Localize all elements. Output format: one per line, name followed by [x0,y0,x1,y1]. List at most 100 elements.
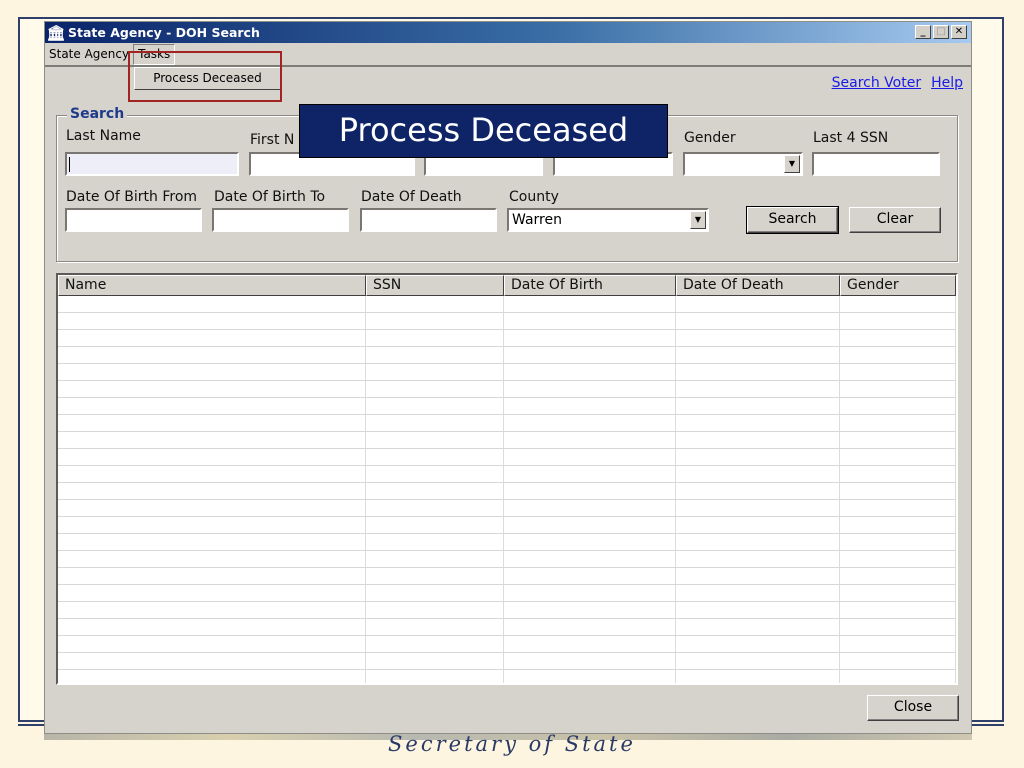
table-cell [58,432,366,448]
table-cell [366,619,504,635]
table-cell [366,653,504,669]
table-cell [58,670,366,683]
dod-input[interactable] [360,208,497,232]
table-row[interactable] [58,313,956,330]
table-cell [840,330,956,346]
table-row[interactable] [58,398,956,415]
table-row[interactable] [58,415,956,432]
table-cell [366,398,504,414]
gender-select[interactable]: ▼ [683,152,803,176]
column-header-gender[interactable]: Gender [840,275,956,296]
table-row[interactable] [58,517,956,534]
table-cell [504,568,676,584]
table-row[interactable] [58,296,956,313]
table-row[interactable] [58,449,956,466]
table-cell [676,602,840,618]
table-cell [366,296,504,312]
dod-label: Date Of Death [361,189,462,205]
table-cell [504,432,676,448]
gender-label: Gender [684,130,736,146]
grid-header: Name SSN Date Of Birth Date Of Death Gen… [58,275,956,296]
column-header-dob[interactable]: Date Of Birth [504,275,676,296]
last-name-label: Last Name [66,128,141,144]
table-cell [676,415,840,431]
table-row[interactable] [58,636,956,653]
table-cell [58,364,366,380]
table-cell [366,551,504,567]
table-cell [504,483,676,499]
dob-to-label: Date Of Birth To [214,189,326,205]
table-row[interactable] [58,534,956,551]
close-button[interactable]: Close [867,695,959,721]
dob-from-input[interactable] [65,208,202,232]
table-cell [840,398,956,414]
clear-button[interactable]: Clear [849,207,941,233]
menu-state-agency[interactable]: State Agency [45,45,133,64]
table-cell [504,619,676,635]
table-row[interactable] [58,653,956,670]
table-cell [676,449,840,465]
table-cell [840,602,956,618]
table-row[interactable] [58,364,956,381]
minimize-button[interactable]: _ [915,25,931,39]
table-cell [676,653,840,669]
table-cell [504,364,676,380]
table-cell [840,364,956,380]
close-window-button[interactable]: ✕ [951,25,967,39]
table-cell [504,330,676,346]
help-link[interactable]: Help [931,75,963,91]
table-cell [58,568,366,584]
table-row[interactable] [58,585,956,602]
dob-to-input[interactable] [212,208,349,232]
results-grid[interactable]: Name SSN Date Of Birth Date Of Death Gen… [56,273,958,685]
table-row[interactable] [58,568,956,585]
footer-text: Secretary of State [388,732,636,756]
table-row[interactable] [58,347,956,364]
table-cell [58,619,366,635]
table-cell [366,636,504,652]
column-header-ssn[interactable]: SSN [366,275,504,296]
table-cell [676,381,840,397]
dob-from-label: Date Of Birth From [66,189,198,205]
column-header-dod[interactable]: Date Of Death [676,275,840,296]
table-cell [840,347,956,363]
county-select[interactable]: Warren ▼ [507,208,709,232]
annotation-highlight-box [128,51,282,102]
table-row[interactable] [58,330,956,347]
table-cell [58,415,366,431]
chevron-down-icon[interactable]: ▼ [690,211,706,229]
table-cell [840,483,956,499]
table-row[interactable] [58,381,956,398]
table-cell [58,313,366,329]
table-cell [676,636,840,652]
table-row[interactable] [58,551,956,568]
search-voter-link[interactable]: Search Voter [832,75,921,91]
table-row[interactable] [58,466,956,483]
table-row[interactable] [58,619,956,636]
table-cell [58,381,366,397]
table-row[interactable] [58,602,956,619]
title-bar[interactable]: 🏛 State Agency - DOH Search _ □ ✕ [45,22,971,43]
maximize-button[interactable]: □ [933,25,949,39]
table-cell [366,330,504,346]
table-cell [840,568,956,584]
table-row[interactable] [58,432,956,449]
table-cell [366,313,504,329]
table-row[interactable] [58,483,956,500]
table-cell [504,653,676,669]
table-cell [504,585,676,601]
table-cell [840,619,956,635]
table-cell [58,636,366,652]
table-cell [504,517,676,533]
column-header-name[interactable]: Name [58,275,366,296]
search-button[interactable]: Search [746,206,839,234]
last-4-ssn-input[interactable] [812,152,940,176]
table-row[interactable] [58,670,956,683]
table-row[interactable] [58,500,956,517]
table-cell [676,585,840,601]
chevron-down-icon[interactable]: ▼ [784,155,800,173]
table-cell [504,551,676,567]
table-cell [58,483,366,499]
table-cell [504,449,676,465]
last-name-input[interactable] [65,152,239,176]
